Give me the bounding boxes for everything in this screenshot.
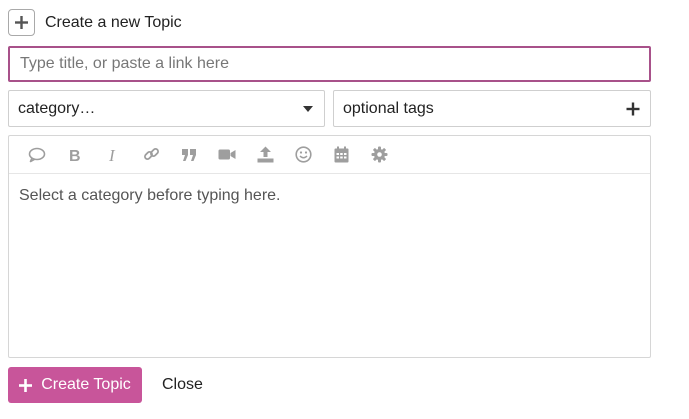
composer-header: Create a new Topic bbox=[8, 8, 182, 37]
quote-reply-button[interactable] bbox=[18, 141, 56, 169]
emoji-icon bbox=[294, 146, 312, 163]
bold-button[interactable]: B bbox=[56, 141, 94, 169]
video-button[interactable] bbox=[208, 141, 246, 169]
category-dropdown[interactable]: category… bbox=[8, 90, 325, 127]
topic-title-input[interactable] bbox=[8, 46, 651, 82]
italic-icon: I bbox=[108, 147, 116, 163]
bold-icon: B bbox=[69, 148, 81, 163]
svg-text:B: B bbox=[69, 148, 81, 163]
italic-button[interactable]: I bbox=[94, 141, 132, 169]
calendar-icon bbox=[334, 146, 348, 163]
calendar-button[interactable] bbox=[322, 141, 360, 169]
link-icon bbox=[143, 148, 159, 160]
caret-down-icon bbox=[303, 105, 313, 112]
category-selected-label: category… bbox=[18, 99, 96, 117]
blockquote-icon bbox=[182, 148, 196, 161]
editor-placeholder: Select a category before typing here. bbox=[19, 187, 281, 204]
video-icon bbox=[218, 149, 236, 160]
emoji-button[interactable] bbox=[284, 141, 322, 169]
link-button[interactable] bbox=[132, 141, 170, 169]
composer-editor: B I Select a category before typing here… bbox=[8, 135, 651, 358]
plus-icon[interactable] bbox=[626, 102, 640, 116]
close-button[interactable]: Close bbox=[162, 367, 203, 403]
plus-icon bbox=[19, 378, 33, 392]
editor-textarea[interactable]: Select a category before typing here. bbox=[9, 174, 650, 218]
blockquote-button[interactable] bbox=[170, 141, 208, 169]
tags-placeholder: optional tags bbox=[343, 99, 434, 117]
new-topic-plus-button[interactable] bbox=[8, 9, 35, 36]
create-topic-button[interactable]: Create Topic bbox=[8, 367, 142, 403]
quote-bubble-icon bbox=[28, 147, 46, 162]
create-topic-label: Create Topic bbox=[41, 376, 131, 393]
plus-icon bbox=[15, 16, 28, 29]
gear-icon bbox=[371, 146, 387, 163]
editor-toolbar: B I bbox=[9, 136, 650, 174]
upload-icon bbox=[257, 146, 273, 163]
composer-title: Create a new Topic bbox=[45, 13, 182, 31]
svg-text:I: I bbox=[108, 147, 116, 163]
options-button[interactable] bbox=[360, 141, 398, 169]
tags-input[interactable]: optional tags bbox=[333, 90, 651, 127]
upload-button[interactable] bbox=[246, 141, 284, 169]
